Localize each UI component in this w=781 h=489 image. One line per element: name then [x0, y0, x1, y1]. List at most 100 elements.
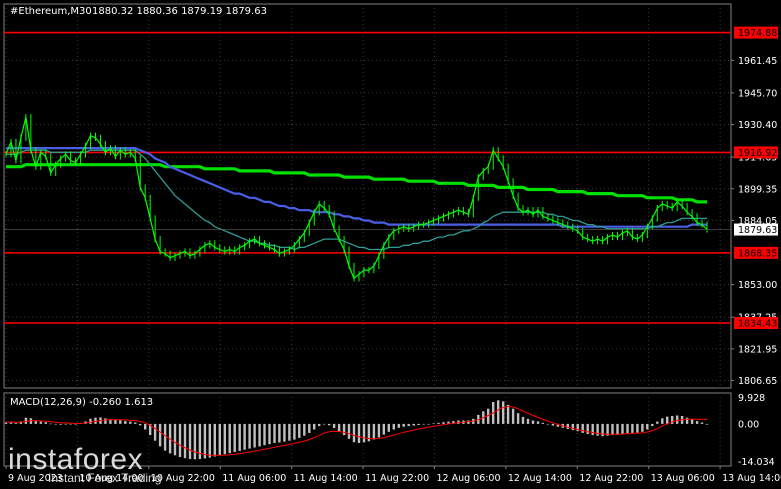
level-price-label: 1916.92 — [738, 148, 777, 159]
macd-histogram-bar — [497, 400, 500, 424]
macd-histogram-bar — [193, 423, 197, 460]
price-tick-label: 1821.95 — [738, 344, 777, 355]
macd-histogram-bar — [54, 423, 57, 425]
macd-histogram-bar — [308, 423, 311, 433]
time-tick-label: 12 Aug 06:00 — [436, 473, 500, 484]
macd-title: MACD(12,26,9) -0.260 1.613 — [10, 397, 153, 408]
macd-histogram-bar — [357, 423, 361, 443]
macd-histogram-bar — [502, 401, 505, 424]
macd-histogram-bar — [258, 423, 261, 447]
macd-histogram-bar — [581, 423, 584, 433]
macd-histogram-bar — [611, 423, 614, 436]
macd-histogram-bar — [119, 420, 122, 424]
instaforex-watermark: instaforex Instant Forex Trading — [8, 443, 161, 485]
macd-histogram-bar — [397, 423, 400, 428]
macd-histogram-bar — [318, 423, 321, 427]
macd-histogram-bar — [208, 423, 211, 458]
macd-histogram-bar — [283, 423, 286, 442]
macd-histogram-bar — [541, 422, 545, 424]
macd-histogram-bar — [382, 423, 385, 435]
macd-histogram-bar — [626, 423, 629, 434]
macd-histogram-bar — [586, 423, 589, 434]
time-tick-label: 13 Aug 06:00 — [651, 473, 715, 484]
macd-histogram-bar — [352, 423, 356, 443]
macd-histogram-bar — [328, 423, 331, 426]
macd-histogram-bar — [432, 423, 435, 424]
macd-histogram-bar — [134, 422, 137, 424]
macd-histogram-bar — [551, 423, 555, 426]
macd-histogram-bar — [293, 423, 296, 440]
macd-histogram-bar — [646, 423, 649, 430]
level-price-label: 1868.35 — [738, 248, 777, 259]
macd-histogram-bar — [153, 423, 157, 441]
macd-histogram-bar — [511, 408, 515, 424]
macd-histogram-bar — [323, 423, 326, 425]
macd-histogram-bar — [705, 423, 709, 425]
macd-histogram-bar — [666, 416, 669, 424]
macd-histogram-bar — [700, 422, 704, 424]
macd-histogram-bar — [422, 423, 425, 425]
macd-histogram-bar — [417, 423, 420, 425]
time-tick-label: 11 Aug 14:00 — [294, 473, 358, 484]
macd-histogram-bar — [631, 423, 634, 433]
symbol-label: #Ethereum,M30 — [10, 6, 92, 17]
price-tick-label: 1853.00 — [738, 280, 777, 291]
series-ma-slow — [6, 163, 707, 204]
chart-window: 1961.451945.701930.401914.651899.351884.… — [0, 0, 781, 489]
macd-histogram-bar — [516, 413, 520, 424]
macd-histogram-bar — [427, 423, 430, 425]
macd-histogram-bar — [14, 423, 18, 424]
macd-histogram-bar — [89, 418, 92, 424]
macd-histogram-bar — [690, 419, 694, 424]
macd-histogram-bar — [303, 423, 306, 436]
macd-histogram-bar — [213, 423, 216, 457]
macd-tick-label: -14.034 — [738, 457, 775, 468]
macd-histogram-bar — [531, 420, 535, 424]
price-tick-label: 1961.45 — [738, 56, 777, 67]
macd-histogram-bar — [506, 404, 510, 424]
macd-histogram-bar — [144, 423, 147, 430]
macd-histogram-bar — [412, 423, 415, 426]
price-chart-svg[interactable]: 1961.451945.701930.401914.651899.351884.… — [0, 0, 781, 489]
macd-histogram-bar — [203, 423, 207, 459]
macd-histogram-bar — [621, 423, 624, 434]
current-price-label: 1879.63 — [738, 225, 777, 236]
series-ma-mid — [6, 147, 707, 228]
macd-histogram-bar — [124, 421, 127, 424]
macd-histogram-bar — [223, 423, 226, 455]
macd-histogram-bar — [651, 423, 654, 427]
macd-histogram-bar — [337, 423, 341, 432]
macd-histogram-bar — [263, 423, 266, 446]
macd-histogram-bar — [526, 418, 530, 424]
macd-histogram-bar — [695, 421, 699, 424]
macd-histogram-bar — [402, 423, 405, 427]
time-tick-label: 11 Aug 22:00 — [365, 473, 429, 484]
macd-histogram-bar — [278, 423, 281, 443]
macd-histogram-bar — [183, 423, 187, 459]
macd-histogram-bar — [233, 423, 236, 452]
price-tick-label: 1806.65 — [738, 376, 777, 387]
macd-histogram-bar — [566, 423, 569, 429]
macd-histogram-bar — [571, 423, 574, 431]
time-tick-label: 12 Aug 14:00 — [508, 473, 572, 484]
macd-histogram-bar — [64, 423, 67, 425]
macd-tick-label: 0.00 — [738, 419, 759, 430]
macd-histogram-bar — [44, 422, 47, 424]
macd-histogram-bar — [39, 421, 42, 424]
macd-histogram-bar — [139, 423, 142, 426]
macd-histogram-bar — [49, 423, 52, 425]
macd-histogram-bar — [273, 423, 276, 443]
macd-histogram-bar — [59, 423, 62, 425]
macd-histogram-bar — [591, 423, 594, 436]
macd-histogram-bar — [332, 423, 336, 429]
macd-histogram-bar — [253, 423, 256, 448]
macd-histogram-bar — [347, 423, 351, 439]
macd-histogram-bar — [248, 423, 251, 449]
macd-histogram-bar — [228, 423, 231, 454]
macd-histogram-bar — [4, 422, 8, 424]
macd-histogram-bar — [437, 422, 440, 424]
macd-histogram-bar — [69, 423, 72, 425]
price-tick-label: 1930.40 — [738, 120, 777, 131]
macd-histogram-bar — [178, 423, 182, 457]
level-price-label: 1974.88 — [738, 28, 777, 39]
